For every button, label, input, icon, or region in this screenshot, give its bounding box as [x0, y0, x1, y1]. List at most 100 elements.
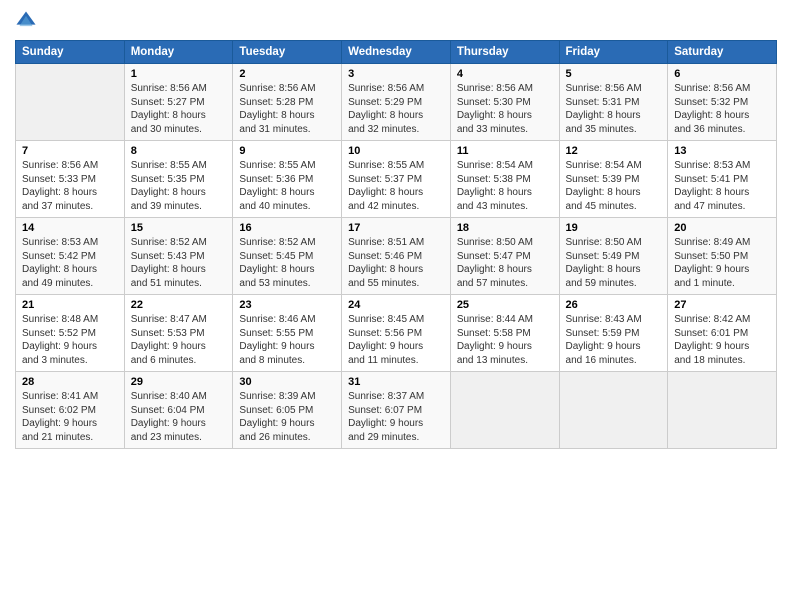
day-info: Sunrise: 8:43 AM Sunset: 5:59 PM Dayligh… — [566, 313, 662, 367]
day-cell: 22 Sunrise: 8:47 AM Sunset: 5:53 PM Dayli… — [124, 295, 233, 372]
day-cell: 20 Sunrise: 8:49 AM Sunset: 5:50 PM Dayli… — [668, 218, 777, 295]
day-number: 16 — [239, 222, 335, 234]
week-row-1: 7 Sunrise: 8:56 AM Sunset: 5:33 PM Daylig… — [16, 141, 777, 218]
day-info: Sunrise: 8:53 AM Sunset: 5:41 PM Dayligh… — [674, 159, 770, 213]
day-number: 24 — [348, 299, 444, 311]
header-cell-thursday: Thursday — [450, 41, 559, 64]
day-info: Sunrise: 8:51 AM Sunset: 5:46 PM Dayligh… — [348, 236, 444, 290]
day-number: 20 — [674, 222, 770, 234]
day-info: Sunrise: 8:55 AM Sunset: 5:35 PM Dayligh… — [131, 159, 227, 213]
day-info: Sunrise: 8:45 AM Sunset: 5:56 PM Dayligh… — [348, 313, 444, 367]
day-info: Sunrise: 8:55 AM Sunset: 5:36 PM Dayligh… — [239, 159, 335, 213]
day-cell: 5 Sunrise: 8:56 AM Sunset: 5:31 PM Daylig… — [559, 64, 668, 141]
day-cell: 19 Sunrise: 8:50 AM Sunset: 5:49 PM Dayli… — [559, 218, 668, 295]
day-cell: 25Sunrise: 8:44 AM Sunset: 5:58 PM Dayli… — [450, 295, 559, 372]
day-cell: 18 Sunrise: 8:50 AM Sunset: 5:47 PM Dayli… — [450, 218, 559, 295]
day-info: Sunrise: 8:56 AM Sunset: 5:30 PM Dayligh… — [457, 82, 553, 136]
day-info: Sunrise: 8:56 AM Sunset: 5:29 PM Dayligh… — [348, 82, 444, 136]
day-cell: 3 Sunrise: 8:56 AM Sunset: 5:29 PM Daylig… — [342, 64, 451, 141]
day-number: 11 — [457, 145, 553, 157]
day-cell — [668, 372, 777, 449]
day-number: 4 — [457, 68, 553, 80]
day-info: Sunrise: 8:48 AM Sunset: 5:52 PM Dayligh… — [22, 313, 118, 367]
day-info: Sunrise: 8:47 AM Sunset: 5:53 PM Dayligh… — [131, 313, 227, 367]
day-info: Sunrise: 8:41 AM Sunset: 6:02 PM Dayligh… — [22, 390, 118, 444]
day-number: 3 — [348, 68, 444, 80]
day-number: 17 — [348, 222, 444, 234]
day-number: 19 — [566, 222, 662, 234]
day-cell: 7 Sunrise: 8:56 AM Sunset: 5:33 PM Daylig… — [16, 141, 125, 218]
day-cell: 14 Sunrise: 8:53 AM Sunset: 5:42 PM Dayli… — [16, 218, 125, 295]
header-cell-sunday: Sunday — [16, 41, 125, 64]
day-cell: 29 Sunrise: 8:40 AM Sunset: 6:04 PM Dayli… — [124, 372, 233, 449]
day-cell — [450, 372, 559, 449]
day-number: 14 — [22, 222, 118, 234]
day-cell: 12 Sunrise: 8:54 AM Sunset: 5:39 PM Dayli… — [559, 141, 668, 218]
day-info: Sunrise: 8:56 AM Sunset: 5:31 PM Dayligh… — [566, 82, 662, 136]
day-number: 30 — [239, 376, 335, 388]
day-number: 9 — [239, 145, 335, 157]
day-number: 7 — [22, 145, 118, 157]
day-info: Sunrise: 8:52 AM Sunset: 5:43 PM Dayligh… — [131, 236, 227, 290]
calendar-table: SundayMondayTuesdayWednesdayThursdayFrid… — [15, 40, 777, 449]
day-cell: 15Sunrise: 8:52 AM Sunset: 5:43 PM Dayli… — [124, 218, 233, 295]
logo — [15, 10, 41, 32]
logo-icon — [15, 10, 37, 32]
day-info: Sunrise: 8:56 AM Sunset: 5:27 PM Dayligh… — [131, 82, 227, 136]
day-number: 31 — [348, 376, 444, 388]
day-number: 29 — [131, 376, 227, 388]
day-number: 6 — [674, 68, 770, 80]
day-info: Sunrise: 8:50 AM Sunset: 5:47 PM Dayligh… — [457, 236, 553, 290]
day-cell: 17 Sunrise: 8:51 AM Sunset: 5:46 PM Dayli… — [342, 218, 451, 295]
day-number: 5 — [566, 68, 662, 80]
day-info: Sunrise: 8:56 AM Sunset: 5:32 PM Dayligh… — [674, 82, 770, 136]
day-number: 23 — [239, 299, 335, 311]
day-cell: 28Sunrise: 8:41 AM Sunset: 6:02 PM Dayli… — [16, 372, 125, 449]
day-info: Sunrise: 8:49 AM Sunset: 5:50 PM Dayligh… — [674, 236, 770, 290]
day-number: 21 — [22, 299, 118, 311]
day-cell: 26Sunrise: 8:43 AM Sunset: 5:59 PM Dayli… — [559, 295, 668, 372]
day-info: Sunrise: 8:56 AM Sunset: 5:28 PM Dayligh… — [239, 82, 335, 136]
day-cell: 10 Sunrise: 8:55 AM Sunset: 5:37 PM Dayli… — [342, 141, 451, 218]
day-number: 18 — [457, 222, 553, 234]
day-info: Sunrise: 8:46 AM Sunset: 5:55 PM Dayligh… — [239, 313, 335, 367]
day-cell — [559, 372, 668, 449]
day-cell: 8Sunrise: 8:55 AM Sunset: 5:35 PM Daylig… — [124, 141, 233, 218]
week-row-2: 14 Sunrise: 8:53 AM Sunset: 5:42 PM Dayli… — [16, 218, 777, 295]
day-info: Sunrise: 8:54 AM Sunset: 5:39 PM Dayligh… — [566, 159, 662, 213]
day-info: Sunrise: 8:40 AM Sunset: 6:04 PM Dayligh… — [131, 390, 227, 444]
day-cell: 11Sunrise: 8:54 AM Sunset: 5:38 PM Dayli… — [450, 141, 559, 218]
day-number: 13 — [674, 145, 770, 157]
day-number: 22 — [131, 299, 227, 311]
day-number: 1 — [131, 68, 227, 80]
day-cell: 30 Sunrise: 8:39 AM Sunset: 6:05 PM Dayli… — [233, 372, 342, 449]
day-info: Sunrise: 8:55 AM Sunset: 5:37 PM Dayligh… — [348, 159, 444, 213]
day-cell: 1 Sunrise: 8:56 AM Sunset: 5:27 PM Daylig… — [124, 64, 233, 141]
day-number: 10 — [348, 145, 444, 157]
day-info: Sunrise: 8:52 AM Sunset: 5:45 PM Dayligh… — [239, 236, 335, 290]
day-cell: 16 Sunrise: 8:52 AM Sunset: 5:45 PM Dayli… — [233, 218, 342, 295]
header-row: SundayMondayTuesdayWednesdayThursdayFrid… — [16, 41, 777, 64]
header-cell-saturday: Saturday — [668, 41, 777, 64]
day-cell: 31 Sunrise: 8:37 AM Sunset: 6:07 PM Dayli… — [342, 372, 451, 449]
day-info: Sunrise: 8:44 AM Sunset: 5:58 PM Dayligh… — [457, 313, 553, 367]
day-info: Sunrise: 8:39 AM Sunset: 6:05 PM Dayligh… — [239, 390, 335, 444]
day-cell: 27 Sunrise: 8:42 AM Sunset: 6:01 PM Dayli… — [668, 295, 777, 372]
day-number: 2 — [239, 68, 335, 80]
day-info: Sunrise: 8:50 AM Sunset: 5:49 PM Dayligh… — [566, 236, 662, 290]
header-cell-monday: Monday — [124, 41, 233, 64]
week-row-4: 28Sunrise: 8:41 AM Sunset: 6:02 PM Dayli… — [16, 372, 777, 449]
day-info: Sunrise: 8:42 AM Sunset: 6:01 PM Dayligh… — [674, 313, 770, 367]
week-row-3: 21 Sunrise: 8:48 AM Sunset: 5:52 PM Dayli… — [16, 295, 777, 372]
day-cell: 13 Sunrise: 8:53 AM Sunset: 5:41 PM Dayli… — [668, 141, 777, 218]
day-cell: 21 Sunrise: 8:48 AM Sunset: 5:52 PM Dayli… — [16, 295, 125, 372]
day-cell: 9 Sunrise: 8:55 AM Sunset: 5:36 PM Daylig… — [233, 141, 342, 218]
day-info: Sunrise: 8:53 AM Sunset: 5:42 PM Dayligh… — [22, 236, 118, 290]
day-info: Sunrise: 8:56 AM Sunset: 5:33 PM Dayligh… — [22, 159, 118, 213]
header-cell-friday: Friday — [559, 41, 668, 64]
week-row-0: 1 Sunrise: 8:56 AM Sunset: 5:27 PM Daylig… — [16, 64, 777, 141]
day-number: 12 — [566, 145, 662, 157]
header-cell-wednesday: Wednesday — [342, 41, 451, 64]
day-info: Sunrise: 8:37 AM Sunset: 6:07 PM Dayligh… — [348, 390, 444, 444]
day-number: 27 — [674, 299, 770, 311]
